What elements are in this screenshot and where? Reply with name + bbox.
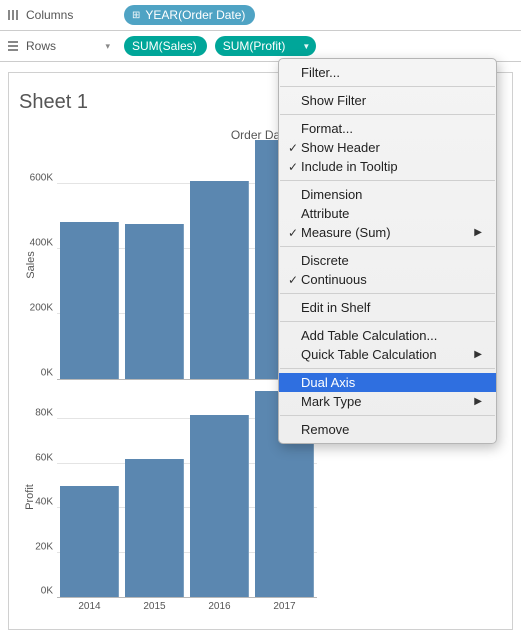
menu-quick-table-calc[interactable]: Quick Table Calculation▶ <box>279 345 496 364</box>
ytick: 40K <box>19 497 53 508</box>
menu-separator <box>280 293 495 294</box>
ytick: 600K <box>19 172 53 183</box>
check-icon: ✓ <box>285 160 301 174</box>
sheet-title[interactable]: Sheet 1 <box>19 91 88 114</box>
ytick: 0K <box>19 368 53 379</box>
bar[interactable] <box>125 224 183 379</box>
x-axis: 2014 2015 2016 2017 <box>57 601 317 612</box>
ytick: 400K <box>19 237 53 248</box>
columns-shelf[interactable]: Columns ⊞ YEAR(Order Date) <box>0 0 521 31</box>
xtick: 2016 <box>187 601 252 612</box>
submenu-arrow-icon: ▶ <box>474 396 482 407</box>
menu-edit-in-shelf[interactable]: Edit in Shelf <box>279 298 496 317</box>
bar[interactable] <box>190 181 248 379</box>
check-icon: ✓ <box>285 141 301 155</box>
check-icon: ✓ <box>285 273 301 287</box>
caret-down-icon: ▼ <box>302 42 310 51</box>
y-axis-label-sales: Sales <box>25 251 37 279</box>
date-plus-icon: ⊞ <box>132 10 140 21</box>
submenu-arrow-icon: ▶ <box>474 349 482 360</box>
menu-attribute[interactable]: Attribute <box>279 204 496 223</box>
menu-separator <box>280 180 495 181</box>
pill-year-order-date[interactable]: ⊞ YEAR(Order Date) <box>124 5 255 25</box>
ytick: 0K <box>19 586 53 597</box>
bar[interactable] <box>60 222 118 379</box>
menu-measure[interactable]: ✓Measure (Sum)▶ <box>279 223 496 242</box>
rows-shelf-label: Rows ▾ <box>6 39 116 53</box>
menu-mark-type[interactable]: Mark Type▶ <box>279 392 496 411</box>
bar[interactable] <box>190 415 248 597</box>
ytick: 20K <box>19 541 53 552</box>
menu-show-header[interactable]: ✓Show Header <box>279 138 496 157</box>
columns-shelf-label: Columns <box>6 8 116 22</box>
pill-sum-sales[interactable]: SUM(Sales) <box>124 36 207 56</box>
menu-include-tooltip[interactable]: ✓Include in Tooltip <box>279 157 496 176</box>
pill-sum-profit[interactable]: SUM(Profit) ▼ <box>215 36 317 56</box>
menu-separator <box>280 415 495 416</box>
menu-add-table-calc[interactable]: Add Table Calculation... <box>279 326 496 345</box>
menu-show-filter[interactable]: Show Filter <box>279 91 496 110</box>
menu-remove[interactable]: Remove <box>279 420 496 439</box>
check-icon: ✓ <box>285 226 301 240</box>
menu-discrete[interactable]: Discrete <box>279 251 496 270</box>
xtick: 2014 <box>57 601 122 612</box>
pill-label: YEAR(Order Date) <box>145 8 245 22</box>
rows-label-text: Rows <box>26 39 56 53</box>
menu-separator <box>280 246 495 247</box>
submenu-arrow-icon: ▶ <box>474 227 482 238</box>
menu-separator <box>280 368 495 369</box>
menu-continuous[interactable]: ✓Continuous <box>279 270 496 289</box>
columns-label-text: Columns <box>26 8 73 22</box>
ytick: 80K <box>19 408 53 419</box>
ytick: 60K <box>19 452 53 463</box>
menu-dual-axis[interactable]: Dual Axis <box>279 373 496 392</box>
menu-format[interactable]: Format... <box>279 119 496 138</box>
bar[interactable] <box>125 459 183 597</box>
xtick: 2015 <box>122 601 187 612</box>
pill-label: SUM(Sales) <box>132 39 197 53</box>
rows-icon <box>6 39 20 53</box>
xtick: 2017 <box>252 601 317 612</box>
ytick: 200K <box>19 302 53 313</box>
pill-label: SUM(Profit) <box>223 39 286 53</box>
menu-separator <box>280 114 495 115</box>
menu-filter[interactable]: Filter... <box>279 63 496 82</box>
menu-separator <box>280 86 495 87</box>
chevron-down-icon[interactable]: ▾ <box>105 41 110 52</box>
bar[interactable] <box>60 486 118 597</box>
columns-icon <box>6 8 20 22</box>
pill-context-menu: Filter... Show Filter Format... ✓Show He… <box>278 58 497 444</box>
menu-separator <box>280 321 495 322</box>
menu-dimension[interactable]: Dimension <box>279 185 496 204</box>
